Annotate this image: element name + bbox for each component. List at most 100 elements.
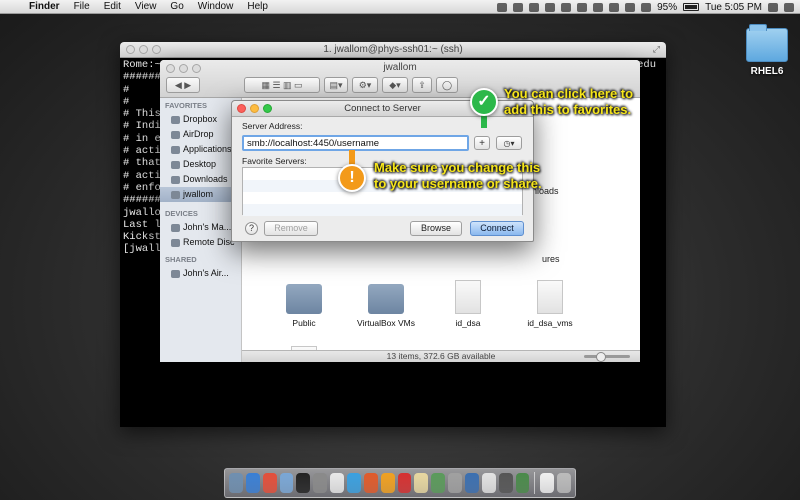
add-favorite-button[interactable]: + [474, 136, 490, 150]
help-button[interactable]: ? [245, 222, 258, 235]
app-dock-icon[interactable] [397, 473, 412, 493]
sidebar-item-remote-disc[interactable]: Remote Disc [160, 235, 241, 250]
trash-icon[interactable] [557, 473, 571, 493]
sidebar-item-applications[interactable]: Applications [160, 142, 241, 157]
server-address-input[interactable] [242, 135, 469, 151]
messages-dock-icon[interactable] [347, 473, 361, 493]
notes-dock-icon[interactable] [414, 473, 429, 493]
time-machine-icon[interactable] [593, 2, 604, 12]
mail-dock-icon[interactable] [279, 473, 294, 493]
menu-edit[interactable]: Edit [97, 1, 128, 12]
evernote-icon[interactable] [497, 2, 508, 12]
item-label-partial: ures [542, 254, 560, 264]
sidebar-header-devices: DEVICES [165, 209, 198, 218]
connect-button[interactable]: Connect [470, 221, 524, 236]
list-item[interactable] [243, 204, 522, 216]
volume-icon[interactable] [641, 2, 652, 12]
sidebar-item-label: Dropbox [183, 114, 218, 124]
finder-dock-icon[interactable] [229, 473, 243, 493]
app-dock-icon[interactable] [380, 473, 395, 493]
sidebar-item-jwallom[interactable]: jwallom [160, 187, 241, 202]
view-mode-buttons[interactable]: ▦ ☰ ▥ ▭ [244, 77, 320, 93]
sidebar-item-label: Applications [183, 144, 232, 154]
app-dock-icon[interactable] [431, 473, 446, 493]
battery-percent[interactable]: 95% [657, 2, 677, 13]
sidebar-item-label: John's Ma... [183, 222, 232, 232]
menubar-clock[interactable]: Tue 5:05 PM [705, 2, 762, 13]
file-item-id-dsa-vms[interactable]: id_dsa_vms [510, 280, 590, 328]
tag-icon[interactable]: ◯ [436, 77, 458, 93]
dropbox-icon[interactable] [513, 2, 524, 12]
calendar-dock-icon[interactable] [330, 473, 345, 493]
file-item-id-dsa[interactable]: id_dsa [428, 280, 508, 328]
terminal-dock-icon[interactable] [296, 473, 311, 493]
sidebar-header-shared: SHARED [165, 255, 197, 264]
finder-title: jwallom [383, 62, 417, 73]
computer-icon [171, 223, 180, 232]
menu-view[interactable]: View [128, 1, 164, 12]
dropbox-toolbar-icon[interactable]: ◆▾ [382, 77, 408, 93]
dropbox-icon [171, 115, 180, 124]
fullscreen-icon[interactable]: ⤢ [653, 44, 660, 55]
file-item-virtualbox-vms[interactable]: VirtualBox VMs [346, 284, 426, 328]
folder-icon [368, 284, 404, 314]
sidebar-item-label: Downloads [183, 174, 228, 184]
menu-file[interactable]: File [67, 1, 97, 12]
list-item[interactable] [243, 192, 522, 204]
arrange-button[interactable]: ▤▾ [324, 77, 348, 93]
file-item-public[interactable]: Public [264, 284, 344, 328]
file-item-label: id_dsa [455, 318, 481, 328]
sidebar-item-label: Remote Disc [183, 237, 235, 247]
document-dock-icon[interactable] [540, 473, 555, 493]
evernote-dock-icon[interactable] [515, 473, 530, 493]
finder-status-bar: 13 items, 372.6 GB available [242, 350, 640, 362]
sidebar-header-favorites: FAVORITES [165, 101, 207, 110]
sidebar-item-johns-air[interactable]: John's Air... [160, 266, 241, 281]
terminal-titlebar[interactable]: 1. jwallom@phys-ssh01:~ (ssh) ⤢ [120, 42, 666, 58]
folder-icon [286, 284, 322, 314]
applications-icon [171, 145, 180, 154]
sidebar-item-dropbox[interactable]: Dropbox [160, 112, 241, 127]
wifi-icon[interactable] [625, 2, 636, 12]
action-gear-icon[interactable]: ⚙▾ [352, 77, 378, 93]
document-icon [455, 280, 481, 314]
airplay-icon[interactable] [577, 2, 588, 12]
app-dock-icon[interactable] [498, 473, 513, 493]
menu-go[interactable]: Go [163, 1, 190, 12]
sidebar-item-downloads[interactable]: Downloads [160, 172, 241, 187]
file-item-label: VirtualBox VMs [357, 318, 415, 328]
desktop-folder-rhel6[interactable]: RHEL6 [738, 24, 796, 77]
system-app-dock-icon[interactable] [313, 473, 328, 493]
app-store-dock-icon[interactable] [465, 473, 479, 493]
remove-button[interactable]: Remove [264, 221, 318, 236]
back-forward-buttons[interactable]: ◀ ▶ [166, 77, 200, 93]
recent-servers-button[interactable]: ◷▾ [496, 136, 522, 150]
sidebar-item-johns-mac[interactable]: John's Ma... [160, 220, 241, 235]
checkmark-icon: ✓ [470, 88, 498, 116]
desktop-folder-label: RHEL6 [750, 66, 784, 77]
preferences-dock-icon[interactable] [448, 473, 463, 493]
sidebar-item-airdrop[interactable]: AirDrop [160, 127, 241, 142]
notification-center-icon[interactable] [784, 2, 794, 12]
callout-add-favorite: You can click here to add this to favori… [504, 86, 633, 118]
app-dock-icon[interactable] [481, 473, 496, 493]
menu-window[interactable]: Window [191, 1, 241, 12]
battery-icon[interactable] [683, 3, 700, 11]
finder-sidebar: FAVORITES Dropbox AirDrop Applications D… [160, 98, 242, 362]
sidebar-item-desktop[interactable]: Desktop [160, 157, 241, 172]
app-dock-icon[interactable] [363, 473, 378, 493]
file-item-label: id_dsa_vms [527, 318, 573, 328]
icon-size-slider[interactable] [584, 352, 630, 362]
clipboard-icon[interactable] [561, 2, 572, 12]
safari-dock-icon[interactable] [245, 473, 260, 493]
bluetooth-icon[interactable] [609, 2, 620, 12]
browse-button[interactable]: Browse [410, 221, 462, 236]
menu-finder[interactable]: Finder [22, 1, 67, 12]
shield-icon[interactable] [529, 2, 540, 12]
key-icon[interactable] [545, 2, 556, 12]
terminal-title: 1. jwallom@phys-ssh01:~ (ssh) [323, 44, 463, 55]
spotlight-icon[interactable] [768, 2, 778, 12]
share-icon[interactable]: ⇪ [412, 77, 432, 93]
menu-help[interactable]: Help [240, 1, 275, 12]
chrome-dock-icon[interactable] [262, 473, 277, 493]
